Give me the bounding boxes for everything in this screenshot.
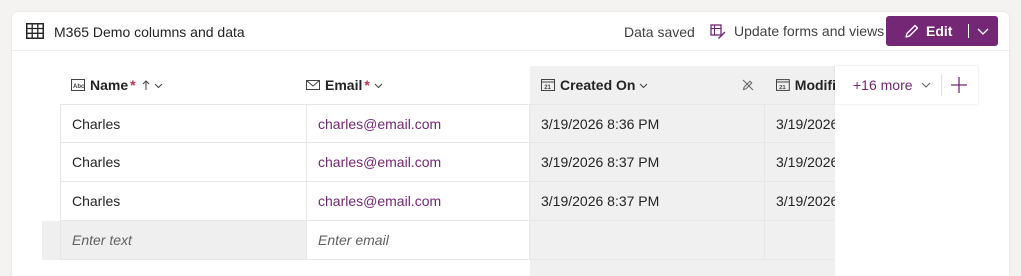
text-field-icon: Abc (71, 79, 85, 91)
chevron-down-icon (374, 83, 383, 88)
cell-created-on: 3/19/2026 8:37 PM (530, 182, 765, 221)
edit-button[interactable]: Edit (886, 16, 998, 46)
table-title: M365 Demo columns and data (54, 24, 245, 40)
column-email-label: Email (325, 77, 363, 93)
pencil-icon (905, 24, 919, 38)
column-modified-label: Modifi (794, 77, 836, 93)
required-marker: * (130, 77, 136, 93)
edit-label: Edit (926, 23, 953, 39)
new-created-on-cell (530, 221, 765, 260)
chevron-down-icon (921, 82, 930, 88)
add-column-icon[interactable] (949, 75, 969, 95)
locked-edit-icon (742, 79, 754, 91)
cell-name[interactable]: Charles (60, 104, 307, 143)
more-columns-label: +16 more (853, 77, 913, 93)
required-marker: * (364, 77, 370, 93)
calendar-icon: 21 (776, 79, 790, 91)
more-columns-box: +16 more (835, 66, 978, 104)
chevron-down-icon[interactable] (976, 23, 990, 39)
cell-email[interactable]: charles@email.com (307, 182, 530, 221)
svg-text:21: 21 (544, 85, 551, 91)
cell-modified: 3/19/2026 (765, 182, 835, 221)
table-panel: M365 Demo columns and data Data saved Up… (12, 12, 1009, 276)
chevron-down-icon (154, 83, 162, 88)
column-header-email[interactable]: Email * (306, 66, 530, 104)
form-update-icon (710, 24, 726, 39)
new-modified-cell (765, 221, 835, 260)
cell-email[interactable]: charles@email.com (307, 104, 530, 143)
column-header-modified[interactable]: 21 Modifi (776, 66, 836, 104)
column-header-name[interactable]: Abc Name * (71, 66, 307, 104)
cell-email[interactable]: charles@email.com (307, 143, 530, 182)
update-forms-views-label: Update forms and views (734, 23, 885, 39)
email-icon (306, 80, 320, 90)
column-header-created-on[interactable]: 21 Created On (541, 66, 761, 104)
cell-created-on: 3/19/2026 8:36 PM (530, 104, 765, 143)
cell-modified: 3/19/2026 (765, 104, 835, 143)
cell-name[interactable]: Charles (60, 182, 307, 221)
column-created-on-label: Created On (560, 77, 636, 93)
svg-text:Abc: Abc (73, 84, 85, 90)
table-icon (26, 23, 44, 39)
update-forms-views-button[interactable]: Update forms and views (710, 20, 884, 42)
edit-separator (968, 24, 969, 38)
chevron-down-icon (640, 83, 648, 88)
table-header-bar: M365 Demo columns and data Data saved Up… (12, 12, 1009, 51)
cell-modified: 3/19/2026 (765, 143, 835, 182)
cell-name[interactable]: Charles (60, 143, 307, 182)
more-divider (941, 74, 942, 96)
svg-text:21: 21 (779, 85, 786, 91)
more-columns-button[interactable]: +16 more (853, 77, 931, 93)
save-status: Data saved (624, 24, 695, 40)
new-email-input[interactable]: Enter email (307, 221, 530, 260)
cell-created-on: 3/19/2026 8:37 PM (530, 143, 765, 182)
sort-ascending-icon (142, 79, 149, 90)
column-name-label: Name (90, 77, 129, 93)
calendar-icon: 21 (541, 79, 555, 91)
new-name-input[interactable]: Enter text (60, 221, 307, 260)
new-row-gutter (42, 221, 60, 260)
